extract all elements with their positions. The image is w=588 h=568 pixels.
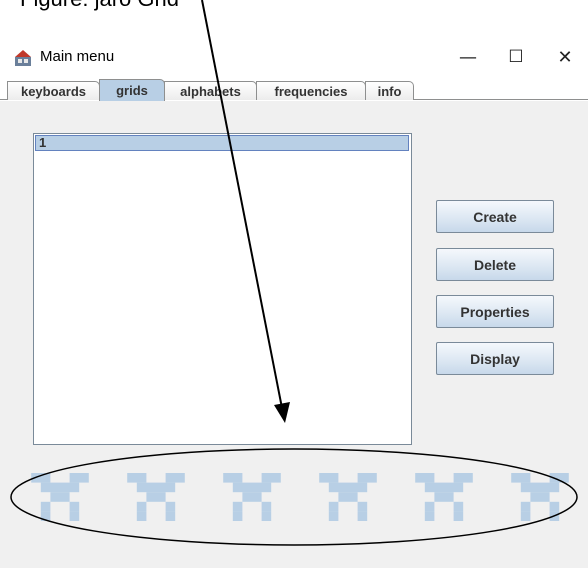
tab-alphabets[interactable]: alphabets [164,81,257,100]
title-bar: Main menu — ☐ ✕ [0,35,588,77]
app-icon [15,50,31,66]
grid-list[interactable]: 1 [33,133,412,445]
maximize-button[interactable]: ☐ [501,43,531,71]
tab-grids[interactable]: grids [99,79,165,101]
tab-keyboards[interactable]: keyboards [7,81,100,100]
figure-caption: Figure: jaro Grid [20,0,179,12]
properties-button[interactable]: Properties [436,295,554,328]
grid-x-pattern-icon [415,473,473,521]
tab-frequencies[interactable]: frequencies [256,81,366,100]
grid-x-pattern-icon [511,473,569,521]
create-button[interactable]: Create [436,200,554,233]
grid-x-pattern-icon [319,473,377,521]
delete-button[interactable]: Delete [436,248,554,281]
display-button[interactable]: Display [436,342,554,375]
minimize-button[interactable]: — [453,43,483,71]
grid-x-pattern-icon [223,473,281,521]
window-title: Main menu [40,48,115,65]
close-button[interactable]: ✕ [550,43,580,71]
tab-info[interactable]: info [365,81,414,100]
grid-x-pattern-icon [31,473,89,521]
list-item[interactable]: 1 [35,135,409,151]
grid-x-pattern-icon [127,473,185,521]
